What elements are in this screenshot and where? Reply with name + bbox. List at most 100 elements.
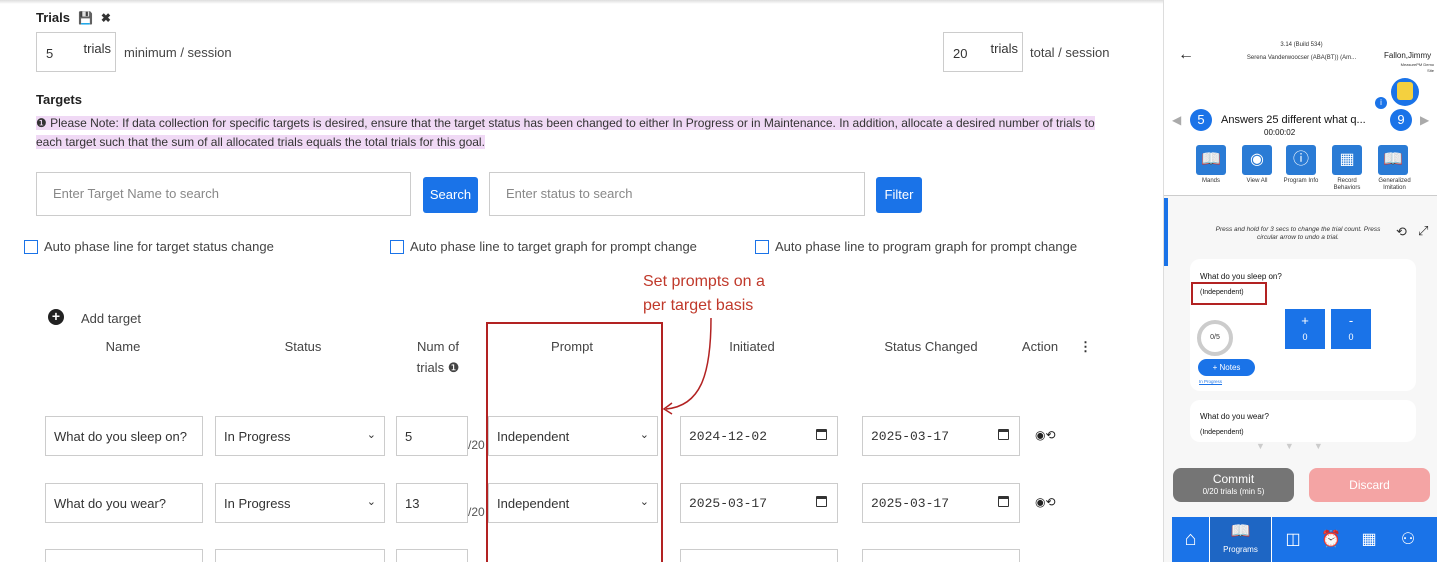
mobile-preview-panel: ← 3.14 (Build 534) Serena Vanderwoocser … <box>1163 0 1437 562</box>
checkbox-box[interactable] <box>24 239 38 254</box>
status-search-input[interactable]: Enter status to search <box>489 172 865 216</box>
min-trials-input[interactable]: 5 trials <box>36 32 116 72</box>
history-icon[interactable]: ⟲ <box>1045 428 1055 442</box>
close-icon[interactable]: ✖ <box>101 11 111 25</box>
col-name: Name <box>105 339 141 354</box>
initiated-date-input[interactable]: 2024-12-02 <box>680 416 838 456</box>
checkbox-target-graph[interactable]: Auto phase line to target graph for prom… <box>390 239 697 254</box>
calendar-icon[interactable] <box>998 496 1009 507</box>
initiated-date: 2025-03-17 <box>689 496 768 511</box>
avatar[interactable] <box>1391 78 1419 106</box>
status-select[interactable] <box>215 549 385 562</box>
briefcase-icon[interactable]: ◫ <box>1274 517 1312 562</box>
status-changed-date: 2025-03-17 <box>871 429 950 444</box>
save-icon[interactable]: 💾 <box>78 11 93 25</box>
bottom-nav: ⌂ 📖 Programs ◫ ⏰ ▦ ⚇ <box>1172 517 1437 562</box>
status-select[interactable]: In Progress ⌄ <box>215 416 385 456</box>
target-name-input[interactable]: What do you sleep on? <box>45 416 203 456</box>
trials-input[interactable] <box>396 549 468 562</box>
status-search-placeholder: Enter status to search <box>506 186 633 201</box>
commit-button[interactable]: Commit 0/20 trials (min 5) <box>1173 468 1294 502</box>
tile-mands[interactable]: 📖 <box>1196 145 1226 175</box>
total-trials-input[interactable]: 20 trials <box>943 32 1023 72</box>
next-program-icon[interactable]: ▶ <box>1420 113 1429 127</box>
total-trials-label: total / session <box>1030 45 1110 60</box>
program-editor-panel: Trials 💾 ✖ 5 trials minimum / session 20… <box>0 0 1163 562</box>
target-name-input[interactable]: What do you wear? <box>45 483 203 523</box>
plus-label: + <box>1301 313 1309 328</box>
undo-icon[interactable]: ⟲ <box>1396 224 1407 240</box>
target-name-input[interactable] <box>45 549 203 562</box>
target-card: What do you wear? (Independent) <box>1190 400 1416 442</box>
total-trials-unit: trials <box>990 41 1018 56</box>
tile-program-info[interactable]: ⓘ <box>1286 145 1316 175</box>
scroll-indicator[interactable] <box>1164 198 1168 266</box>
target-search-input[interactable]: Enter Target Name to search <box>36 172 411 216</box>
left-count-badge: 5 <box>1190 109 1212 131</box>
prev-program-icon[interactable]: ◀ <box>1172 113 1181 127</box>
status-changed-date-input[interactable]: 2025-03-17 <box>862 483 1020 523</box>
mobile-header: ← 3.14 (Build 534) Serena Vanderwoocser … <box>1164 0 1437 196</box>
chevron-down-icon: ⌄ <box>366 429 376 441</box>
trials-of-total: /20 <box>468 438 485 452</box>
filter-button[interactable]: Filter <box>876 177 922 213</box>
discard-button[interactable]: Discard <box>1309 468 1430 502</box>
tile-generalized-imitation[interactable]: 📖 <box>1378 145 1408 175</box>
home-icon[interactable]: ⌂ <box>1172 517 1209 562</box>
calendar-icon[interactable] <box>816 429 827 440</box>
info-icon[interactable]: i <box>1375 97 1387 109</box>
status-changed-date-input[interactable] <box>862 549 1020 562</box>
initiated-date-input[interactable]: 2025-03-17 <box>680 483 838 523</box>
trials-input[interactable]: 13 <box>396 483 468 523</box>
eye-icon[interactable]: ◉ <box>1035 495 1045 509</box>
col-status: Status <box>284 339 322 354</box>
commit-label: Commit <box>1212 472 1255 486</box>
target-status-link[interactable]: In Progress <box>1199 379 1222 384</box>
checkbox-status-change[interactable]: Auto phase line for target status change <box>24 239 274 254</box>
book-icon: 📖 <box>1378 145 1408 175</box>
add-target-button[interactable]: Add target <box>81 311 141 326</box>
scroll-down-icon[interactable]: ▼▼▼ <box>1256 441 1343 451</box>
register-icon[interactable]: ▦ <box>1350 517 1388 562</box>
search-button[interactable]: Search <box>423 177 478 213</box>
info-icon: ⓘ <box>1286 145 1316 175</box>
initiated-date-input[interactable] <box>680 549 838 562</box>
trials-of-total: /20 <box>468 505 485 519</box>
calendar-icon[interactable] <box>998 429 1009 440</box>
plus-count: 0 <box>1302 332 1308 342</box>
alarm-clock-icon[interactable]: ⏰ <box>1312 517 1350 562</box>
eye-icon[interactable]: ◉ <box>1035 428 1045 442</box>
add-target-icon[interactable]: + <box>48 309 64 325</box>
status-changed-date-input[interactable]: 2025-03-17 <box>862 416 1020 456</box>
add-notes-button[interactable]: + Notes <box>1198 359 1255 376</box>
minus-button[interactable]: - 0 <box>1331 309 1371 349</box>
tile-record-behaviors[interactable]: ▦ <box>1332 145 1362 175</box>
expand-icon[interactable]: ⤢ <box>1418 223 1428 239</box>
checkbox-program-graph[interactable]: Auto phase line to program graph for pro… <box>755 239 1077 254</box>
checkbox-label: Auto phase line for target status change <box>44 239 274 254</box>
more-vert-icon[interactable]: ⋮ <box>1079 339 1092 355</box>
col-status-changed: Status Changed <box>884 339 978 354</box>
targets-note: ❶ Please Note: If data collection for sp… <box>36 114 1106 152</box>
status-select[interactable]: In Progress ⌄ <box>215 483 385 523</box>
calendar-icon[interactable] <box>816 496 827 507</box>
history-icon[interactable]: ⟲ <box>1045 495 1055 509</box>
program-title: Answers 25 different what q... <box>1221 114 1366 126</box>
nav-programs[interactable]: 📖 Programs <box>1209 517 1272 562</box>
kids-icon[interactable]: ⚇ <box>1388 517 1428 562</box>
tile-label: View All <box>1246 178 1268 184</box>
info-icon: ❶ <box>36 116 51 130</box>
min-trials-unit: trials <box>83 41 111 56</box>
back-arrow-icon[interactable]: ← <box>1178 46 1194 64</box>
tile-label: Program Info <box>1283 178 1319 184</box>
tile-label: Mands <box>1201 178 1220 184</box>
trials-input[interactable]: 5 <box>396 416 468 456</box>
tile-label: Generalized Imitation <box>1378 178 1411 191</box>
checkbox-box[interactable] <box>755 239 769 254</box>
checkbox-box[interactable] <box>390 239 404 254</box>
plus-button[interactable]: + 0 <box>1285 309 1325 349</box>
min-trials-value: 5 <box>46 46 54 61</box>
note-icon <box>1397 82 1413 100</box>
tile-view-all[interactable]: ◉ <box>1242 145 1272 175</box>
minus-label: - <box>1348 313 1354 328</box>
